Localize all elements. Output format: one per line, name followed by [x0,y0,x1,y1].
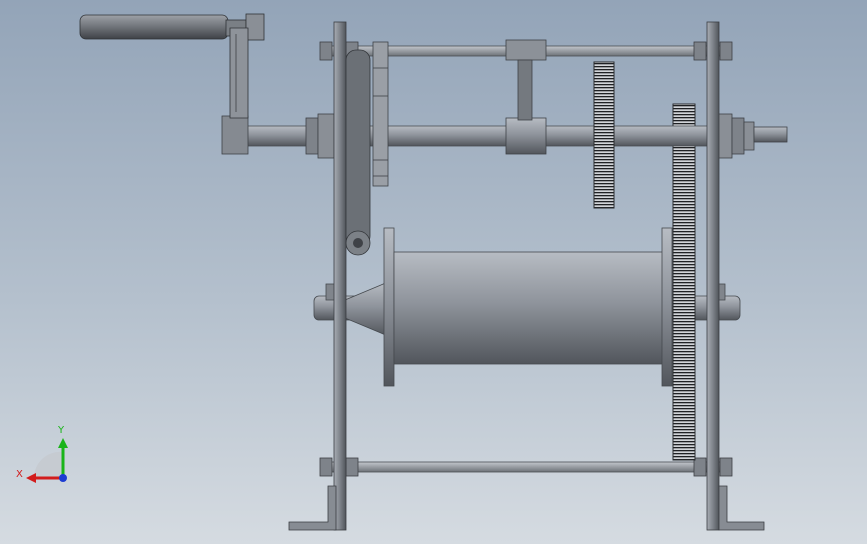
ratchet-wheel [372,41,389,187]
shift-lever [505,39,547,121]
crank-handle [79,13,265,119]
left-side-plate [288,21,347,531]
right-side-plate [706,21,765,531]
large-spur-gear [672,103,696,461]
y-axis-label: Y [58,425,65,436]
brake-arm [345,49,371,256]
bottom-tie-rod [319,457,733,477]
cad-viewport[interactable]: Y X [0,0,867,544]
winch-assembly-model[interactable] [0,0,867,544]
pinion-gear [593,61,615,209]
x-axis-label: X [16,469,23,480]
input-shaft [221,113,788,159]
